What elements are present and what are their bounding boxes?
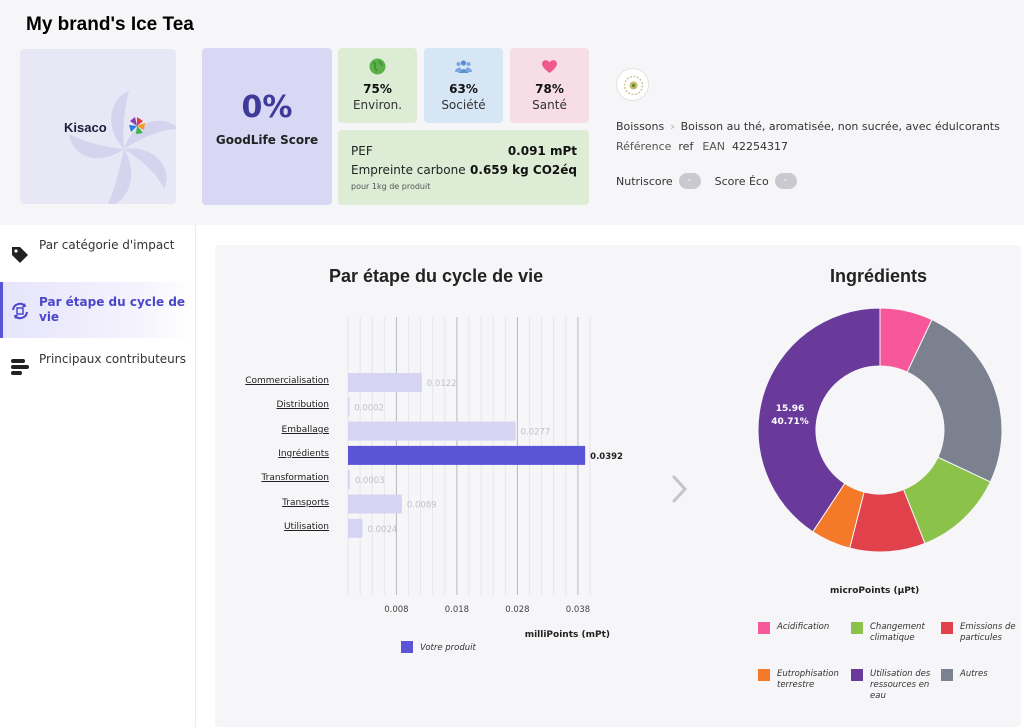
legend-swatch [851,669,863,681]
product-scores: Nutriscore - Score Éco - [616,173,811,189]
pillar-societe-pct: 63% [449,82,478,96]
legend-label[interactable]: Autres [960,669,1024,680]
legend-swatch [401,641,413,653]
bar-value-label: 0.0024 [368,525,398,535]
carbon-value: 0.659 kg CO2éq [470,163,577,177]
score-label: GoodLife Score [215,133,319,147]
bar-emballage[interactable] [348,421,516,441]
bar-utilisation[interactable] [348,518,363,538]
legend-swatch [941,622,953,634]
breadcrumb: Boissons › Boisson au thé, aromatisée, non… [616,120,1000,133]
product-header: My brand's Ice Tea Kisaco 0% GoodLife Sc… [0,0,1024,225]
ref-label: Référence [616,140,672,153]
sidebar-item-label: Principaux contributeurs [39,352,186,366]
bar-value-label: 0.0003 [355,476,385,486]
score-eco-label: Score Éco [714,174,769,188]
ref-value: ref [678,140,694,153]
score-eco-badge: - [774,173,797,189]
goodlife-score-card: 0% GoodLife Score [202,48,332,205]
globe-icon [369,58,386,75]
ingredients-chart-title: Ingrédients [830,266,928,286]
breadcrumb-subcategory[interactable]: Boisson au thé, aromatisée, non sucrée, … [681,120,1000,133]
carbon-label: Empreinte carbone [351,163,466,177]
legend-swatch [941,669,953,681]
bar-value-label: 0.0089 [407,501,437,511]
pillar-sante-label: Santé [532,98,567,112]
legend-swatch [758,622,770,634]
bars-icon [11,359,29,375]
pillar-sante-card: 78% Santé [510,48,589,123]
certification-seal-icon [616,68,649,101]
tag-icon [12,247,28,263]
pef-card: PEF 0.091 mPt Empreinte carbone 0.659 kg… [338,130,589,205]
x-axis-label: milliPoints (mPt) [525,630,610,640]
product-title: My brand's Ice Tea [26,14,194,35]
seal-graphic [623,75,644,96]
product-reference: Référence ref EAN 42254317 [616,140,788,153]
legend-label[interactable]: Acidification [777,622,843,633]
x-tick-label: 0.038 [566,605,590,615]
charts-panel: Par étape du cycle de vie Ingrédients Co… [215,245,1021,727]
sidebar: Par catégorie d'impact Par étape du cycl… [0,225,196,727]
lifecycle-bar-chart: 0.008 0.018 0.028 0.038 milliPoints (mPt) Vot… [347,317,623,653]
ean-value: 42254317 [732,140,789,153]
legend-swatch [758,669,770,681]
bar-transports[interactable] [348,494,402,514]
bar-transformation[interactable] [348,470,350,490]
donut-unit-label: microPoints (µPt) [830,586,920,596]
legend-label[interactable]: Emissions de particules [960,622,1024,644]
ingredients-donut-chart: 15.96 40.71% [757,307,1003,553]
pillar-societe-label: Société [441,98,486,112]
pef-label: PEF [351,144,373,158]
bar-value-label: 0.0002 [354,403,384,413]
x-tick-label: 0.008 [384,605,408,615]
heart-icon [542,60,557,73]
bar-commercialisation[interactable] [348,373,422,392]
x-tick-label: 0.028 [505,605,529,615]
sidebar-item-label: Par catégorie d'impact [39,238,175,252]
legend-label[interactable]: Changement climatique [870,622,936,644]
pillar-environ-pct: 75% [363,82,392,96]
legend-label[interactable]: Eutrophisation terrestre [777,669,843,691]
sidebar-item-label: Par étape du cycle de vie [39,295,186,324]
pef-value: 0.091 mPt [507,144,577,158]
unit-note: pour 1kg de produit [351,182,431,191]
legend-label: Votre produit [420,643,477,653]
sidebar-item-par-etape[interactable]: Par étape du cycle de vie [0,282,195,338]
pillar-environ-card: 75% Environ. [338,48,417,123]
pillar-societe-card: 63% Société [424,48,503,123]
bar-ingrédients[interactable] [348,445,586,465]
pillar-environ-label: Environ. [352,98,403,112]
ean-label: EAN [702,140,726,153]
people-icon [455,60,472,73]
chevron-right-icon[interactable] [668,471,692,511]
nutriscore-label: Nutriscore [616,174,673,188]
sidebar-item-principaux[interactable]: Principaux contributeurs [0,343,195,399]
legend-swatch [851,622,863,634]
bar-value-label: 0.0122 [427,379,457,389]
cycle-icon [12,302,28,320]
donut-callout-value: 15.96 [776,404,804,414]
brand-logo-text: Kisaco [64,120,107,135]
brand-logo-card: Kisaco [20,49,176,204]
sidebar-item-par-categorie[interactable]: Par catégorie d'impact [0,229,195,285]
legend-label[interactable]: Utilisation des ressources en eau [870,669,936,702]
pillar-sante-pct: 78% [535,82,564,96]
x-tick-label: 0.018 [445,605,469,615]
score-value: 0% [241,90,293,125]
donut-slice[interactable] [906,318,1003,483]
bar-distribution[interactable] [348,397,350,417]
bar-value-label: 0.0277 [521,428,551,438]
nutriscore-badge: - [678,173,701,189]
chevron-right-icon: › [670,120,675,133]
breadcrumb-category[interactable]: Boissons [616,120,664,133]
bar-value-label: 0.0392 [590,452,623,462]
donut-callout-percent: 40.71% [771,417,809,427]
